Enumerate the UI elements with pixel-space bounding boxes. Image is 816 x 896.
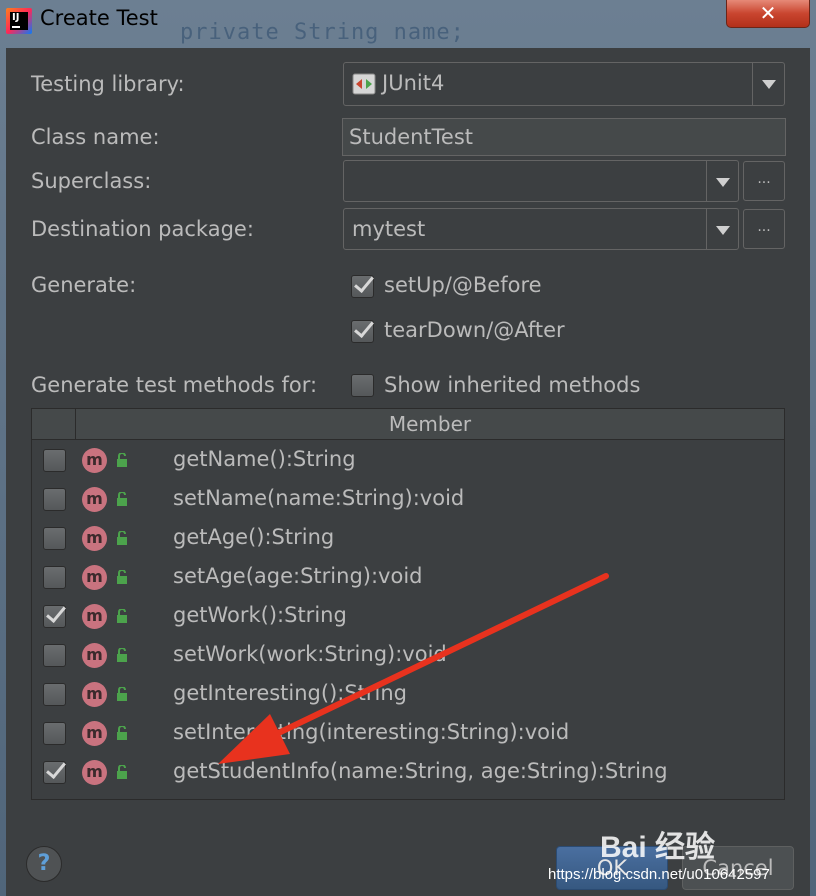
member-checkbox[interactable] xyxy=(43,605,66,628)
background-code-text: private String name; xyxy=(180,20,465,45)
lock-open-icon xyxy=(117,726,127,740)
testing-library-value: JUnit4 xyxy=(382,71,445,95)
member-checkbox[interactable] xyxy=(43,527,66,550)
superclass-label: Superclass: xyxy=(31,169,152,193)
junit-icon xyxy=(352,73,376,95)
member-name: setInteresting(interesting:String):void xyxy=(173,720,570,744)
member-name: getWork():String xyxy=(173,603,347,627)
chevron-down-icon[interactable] xyxy=(752,63,784,105)
member-name: getInteresting():String xyxy=(173,681,408,705)
watermark-url: https://blog.csdn.net/u010642597 xyxy=(548,866,770,883)
member-checkbox[interactable] xyxy=(43,488,66,511)
method-icon: m xyxy=(82,643,107,668)
lock-open-icon xyxy=(117,765,127,779)
window-title: Create Test xyxy=(40,6,158,30)
member-name: setWork(work:String):void xyxy=(173,642,447,666)
table-row[interactable]: m getInteresting():String xyxy=(32,675,784,714)
method-icon: m xyxy=(82,604,107,629)
members-table: Member m getName():String m setName(name:St… xyxy=(31,408,785,800)
member-checkbox[interactable] xyxy=(43,722,66,745)
teardown-checkbox[interactable] xyxy=(351,320,374,343)
table-row[interactable]: m setAge(age:String):void xyxy=(32,558,784,597)
member-name: getStudentInfo(name:String, age:String):… xyxy=(173,759,668,783)
member-checkbox[interactable] xyxy=(43,644,66,667)
class-name-label: Class name: xyxy=(31,125,160,149)
member-name: getName():String xyxy=(173,447,356,471)
show-inherited-label: Show inherited methods xyxy=(384,373,641,397)
method-icon: m xyxy=(82,721,107,746)
test-methods-label: Generate test methods for: xyxy=(31,373,318,397)
lock-open-icon xyxy=(117,492,127,506)
intellij-idea-icon: IJ xyxy=(6,8,32,34)
show-inherited-checkbox[interactable] xyxy=(351,374,374,397)
table-row[interactable]: m getStudentInfo(name:String, age:String)… xyxy=(32,753,784,792)
method-icon: m xyxy=(82,448,107,473)
member-name: setAge(age:String):void xyxy=(173,564,423,588)
member-name: setName(name:String):void xyxy=(173,486,465,510)
testing-library-select[interactable]: JUnit4 xyxy=(343,62,785,106)
lock-open-icon xyxy=(117,570,127,584)
close-icon: ✕ xyxy=(759,1,777,25)
method-icon: m xyxy=(82,526,107,551)
setup-label: setUp/@Before xyxy=(384,273,542,297)
chevron-down-icon[interactable] xyxy=(706,209,738,249)
superclass-browse-button[interactable]: ... xyxy=(743,161,785,201)
watermark-logo: Bai 经验 xyxy=(600,831,716,864)
method-icon: m xyxy=(82,760,107,785)
create-test-window: private String name; IJ Create Test ✕ Te… xyxy=(0,0,816,896)
lock-open-icon xyxy=(117,609,127,623)
dialog-content: Testing library: JUnit4 Class name: Supe… xyxy=(6,48,810,896)
method-icon: m xyxy=(82,487,107,512)
table-row[interactable]: m setWork(work:String):void xyxy=(32,636,784,675)
member-checkbox[interactable] xyxy=(43,566,66,589)
destination-package-select[interactable]: mytest xyxy=(343,208,739,250)
teardown-label: tearDown/@After xyxy=(384,318,565,342)
member-checkbox[interactable] xyxy=(43,683,66,706)
title-bar[interactable]: private String name; IJ Create Test ✕ xyxy=(0,0,816,45)
member-checkbox[interactable] xyxy=(43,761,66,784)
superclass-select[interactable] xyxy=(343,160,739,202)
table-row[interactable]: m setInteresting(interesting:String):void xyxy=(32,714,784,753)
method-icon: m xyxy=(82,682,107,707)
member-name: getAge():String xyxy=(173,525,335,549)
method-icon: m xyxy=(82,565,107,590)
help-button[interactable]: ? xyxy=(26,846,62,882)
member-checkbox[interactable] xyxy=(43,449,66,472)
destination-package-value: mytest xyxy=(352,217,426,241)
testing-library-label: Testing library: xyxy=(31,72,185,96)
lock-open-icon xyxy=(117,648,127,662)
table-row[interactable]: m getWork():String xyxy=(32,597,784,636)
lock-open-icon xyxy=(117,531,127,545)
lock-open-icon xyxy=(117,453,127,467)
destination-package-label: Destination package: xyxy=(31,217,254,241)
select-column-header[interactable] xyxy=(32,409,76,439)
close-button[interactable]: ✕ xyxy=(726,0,810,28)
generate-label: Generate: xyxy=(31,273,137,297)
setup-checkbox[interactable] xyxy=(351,275,374,298)
chevron-down-icon[interactable] xyxy=(706,161,738,201)
table-header: Member xyxy=(32,409,784,440)
table-row[interactable]: m setName(name:String):void xyxy=(32,480,784,519)
class-name-input[interactable] xyxy=(343,119,785,155)
lock-open-icon xyxy=(117,687,127,701)
table-row[interactable]: m getName():String xyxy=(32,441,784,480)
member-column-header[interactable]: Member xyxy=(76,412,784,436)
class-name-field[interactable] xyxy=(342,118,786,156)
destination-package-browse-button[interactable]: ... xyxy=(743,209,785,249)
table-row[interactable]: m getAge():String xyxy=(32,519,784,558)
